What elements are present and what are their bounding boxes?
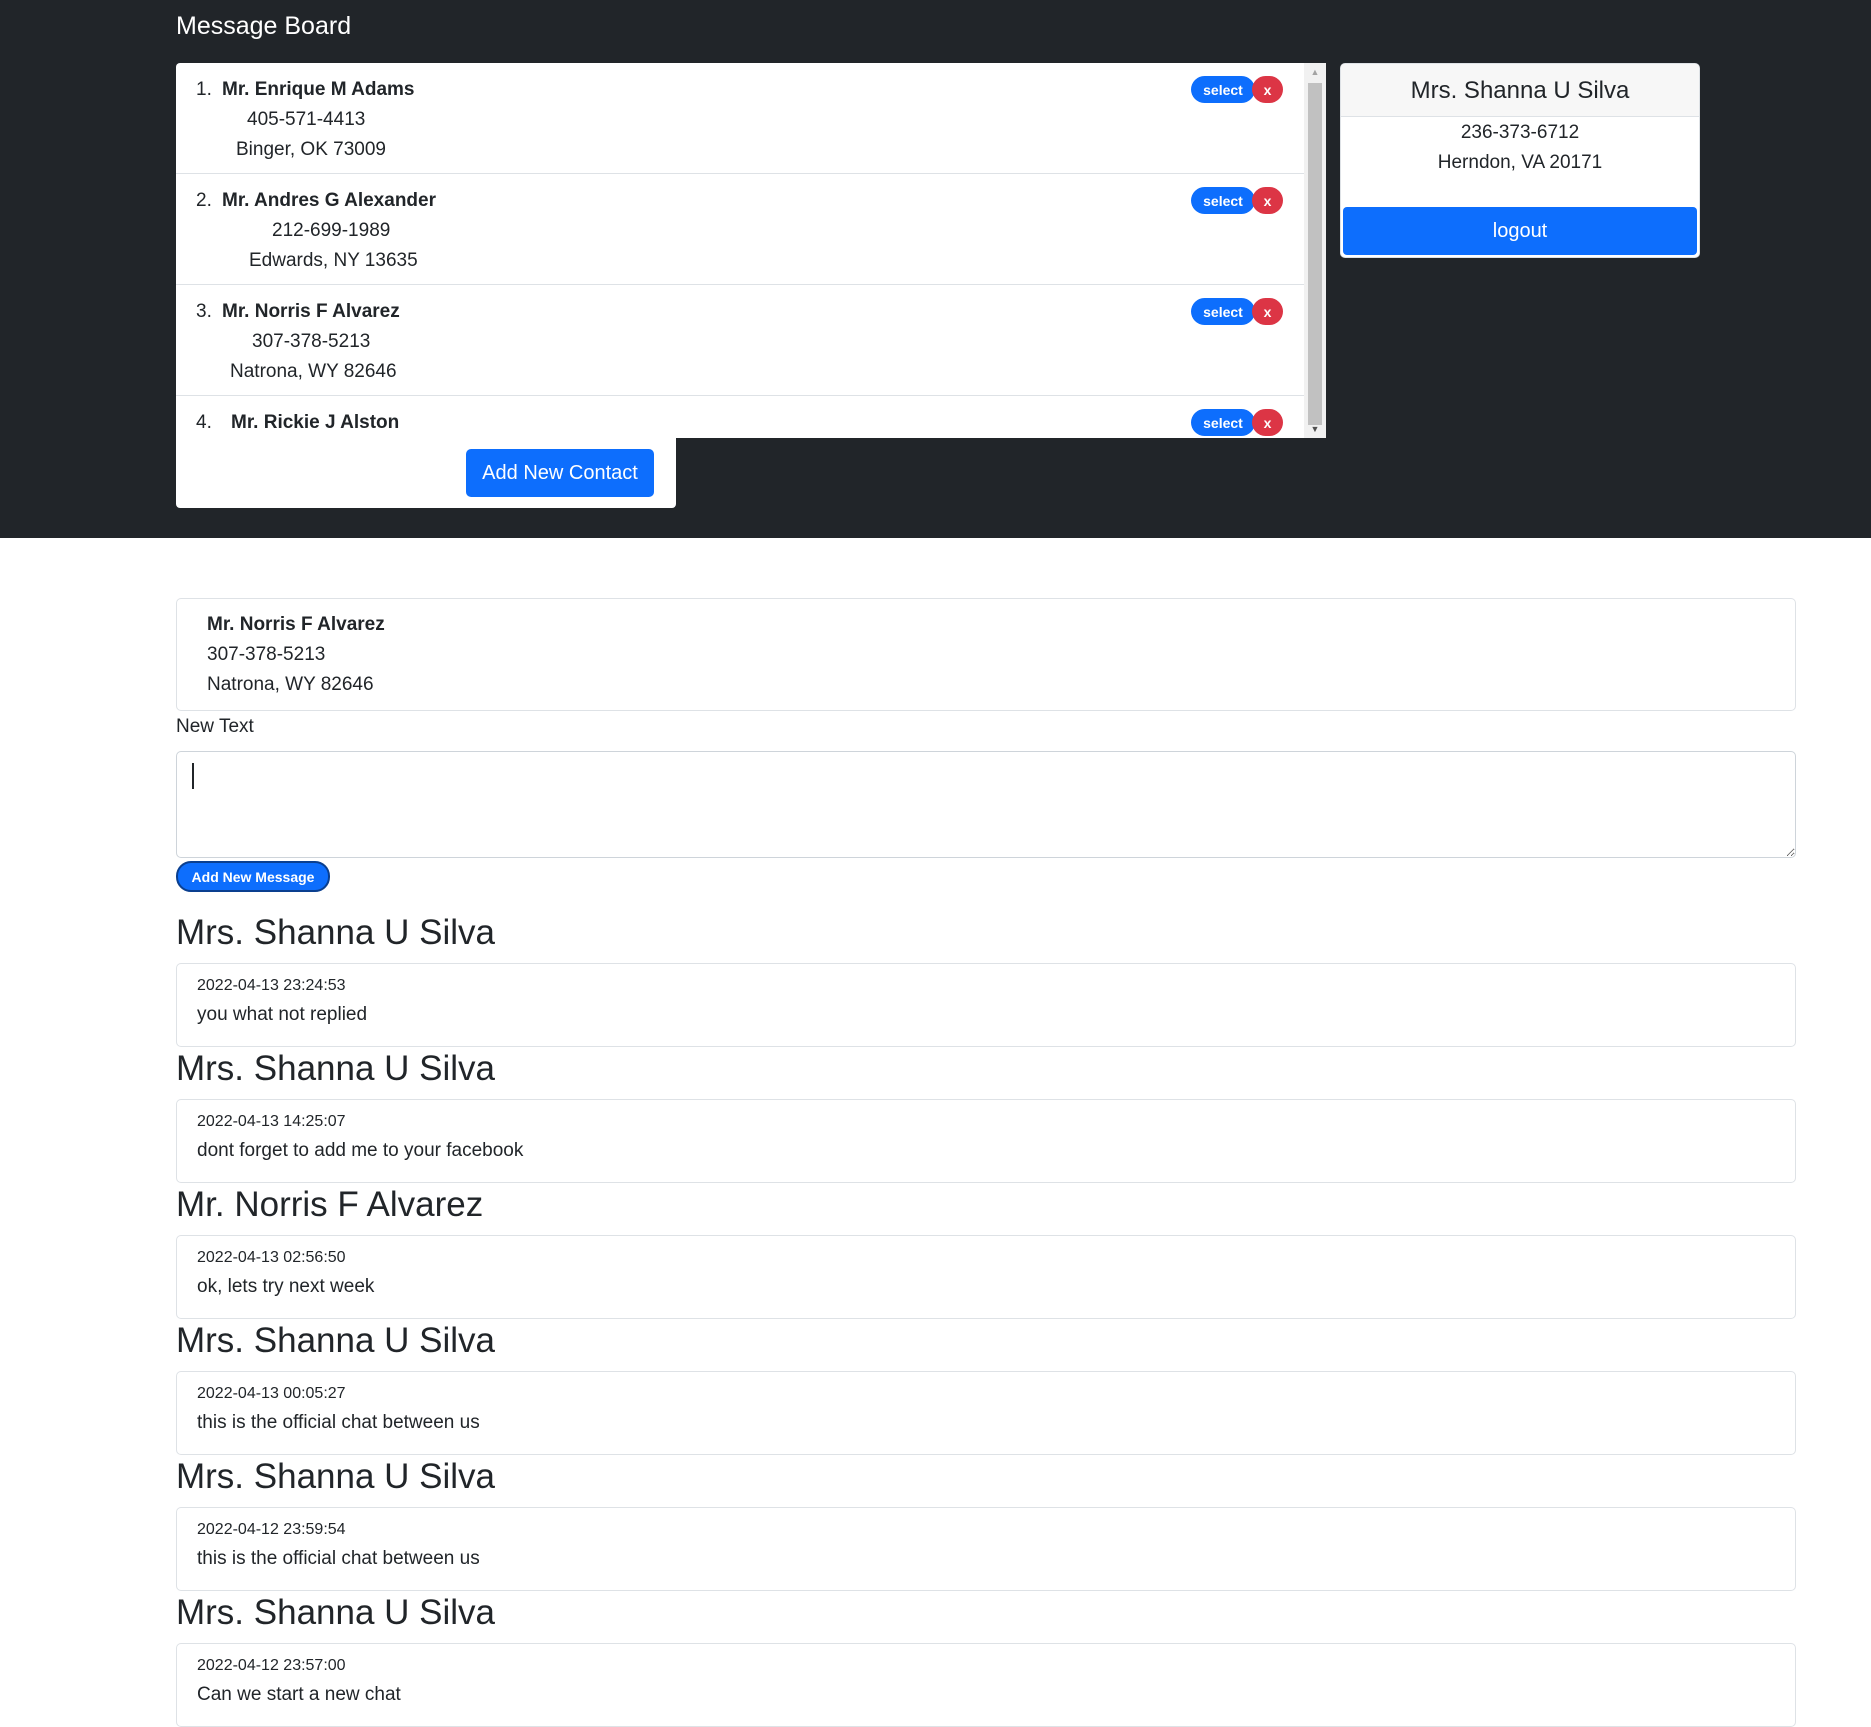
message-author: Mrs. Shanna U Silva [176, 1593, 496, 1632]
message-card: 2022-04-13 14:25:07 dont forget to add m… [176, 1099, 1796, 1183]
contact-address: Natrona, WY 82646 [230, 361, 397, 382]
message-text: this is the official chat between us [197, 1548, 480, 1569]
add-new-message-button[interactable]: Add New Message [176, 861, 330, 892]
user-profile-card: Mrs. Shanna U Silva 236-373-6712 Herndon… [1340, 63, 1700, 258]
select-contact-button[interactable]: select [1191, 409, 1255, 436]
message-text: this is the official chat between us [197, 1412, 480, 1433]
new-text-label: New Text [176, 716, 254, 737]
contact-name: Mr. Enrique M Adams [222, 79, 415, 100]
message-author: Mrs. Shanna U Silva [176, 1321, 496, 1360]
message-card: 2022-04-12 23:59:54 this is the official… [176, 1507, 1796, 1591]
user-name: Mrs. Shanna U Silva [1341, 64, 1699, 117]
message-item: Mrs. Shanna U Silva 2022-04-12 23:59:54 … [176, 1448, 1796, 1591]
contact-number: 1. [196, 79, 212, 100]
contact-list-panel: 1. Mr. Enrique M Adams 405-571-4413 Bing… [176, 63, 1326, 438]
contact-address: Binger, OK 73009 [236, 139, 386, 160]
user-phone: 236-373-6712 [1460, 122, 1580, 143]
message-timestamp: 2022-04-12 23:57:00 [197, 1657, 346, 1674]
delete-contact-button[interactable]: x [1252, 298, 1283, 325]
message-timestamp: 2022-04-13 02:56:50 [197, 1249, 346, 1266]
message-timestamp: 2022-04-12 23:59:54 [197, 1521, 346, 1538]
message-item: Mrs. Shanna U Silva 2022-04-13 23:24:53 … [176, 904, 1796, 1047]
contact-phone: 307-378-5213 [252, 331, 371, 352]
contact-name: Mr. Andres G Alexander [222, 190, 436, 211]
message-list: Mrs. Shanna U Silva 2022-04-13 23:24:53 … [176, 904, 1796, 1727]
message-text: Can we start a new chat [197, 1684, 401, 1705]
contact-phone: 405-571-4413 [247, 109, 366, 130]
message-card: 2022-04-12 23:57:00 Can we start a new c… [176, 1643, 1796, 1727]
scroll-up-arrow-icon[interactable]: ▲ [1304, 63, 1326, 81]
message-item: Mrs. Shanna U Silva 2022-04-12 23:57:00 … [176, 1584, 1796, 1727]
message-author: Mrs. Shanna U Silva [176, 1049, 496, 1088]
contact-list[interactable]: 1. Mr. Enrique M Adams 405-571-4413 Bing… [176, 63, 1304, 438]
contact-name: Mr. Rickie J Alston [231, 412, 400, 433]
contact-number: 2. [196, 190, 212, 211]
delete-contact-button[interactable]: x [1252, 409, 1283, 436]
message-text: ok, lets try next week [197, 1276, 375, 1297]
select-contact-button[interactable]: select [1191, 187, 1255, 214]
message-text: dont forget to add me to your facebook [197, 1140, 524, 1161]
contact-address: Edwards, NY 13635 [249, 250, 418, 271]
contact-name: Mr. Norris F Alvarez [222, 301, 400, 322]
message-item: Mr. Norris F Alvarez 2022-04-13 02:56:50… [176, 1176, 1796, 1319]
selected-contact-card: Mr. Norris F Alvarez 307-378-5213 Natron… [176, 598, 1796, 711]
contact-item: 2. Mr. Andres G Alexander 212-699-1989 E… [176, 174, 1304, 285]
message-timestamp: 2022-04-13 23:24:53 [197, 977, 346, 994]
message-timestamp: 2022-04-13 14:25:07 [197, 1113, 346, 1130]
message-card: 2022-04-13 00:05:27 this is the official… [176, 1371, 1796, 1455]
select-contact-button[interactable]: select [1191, 298, 1255, 325]
select-contact-button[interactable]: select [1191, 76, 1255, 103]
contact-number: 4. [196, 412, 212, 433]
message-card: 2022-04-13 02:56:50 ok, lets try next we… [176, 1235, 1796, 1319]
scrollbar-thumb[interactable] [1308, 83, 1322, 425]
message-item: Mrs. Shanna U Silva 2022-04-13 00:05:27 … [176, 1312, 1796, 1455]
delete-contact-button[interactable]: x [1252, 76, 1283, 103]
delete-contact-button[interactable]: x [1252, 187, 1283, 214]
message-card: 2022-04-13 23:24:53 you what not replied [176, 963, 1796, 1047]
app-title: Message Board [176, 12, 352, 40]
user-address: Herndon, VA 20171 [1437, 152, 1603, 173]
message-author: Mrs. Shanna U Silva [176, 913, 496, 952]
scroll-down-arrow-icon[interactable]: ▼ [1304, 420, 1326, 438]
message-author: Mrs. Shanna U Silva [176, 1457, 496, 1496]
top-header: Message Board 1. Mr. Enrique M Adams 405… [0, 0, 1871, 538]
contact-item: 3. Mr. Norris F Alvarez 307-378-5213 Nat… [176, 285, 1304, 396]
add-new-contact-button[interactable]: Add New Contact [466, 449, 654, 497]
text-cursor [192, 763, 194, 789]
message-timestamp: 2022-04-13 00:05:27 [197, 1385, 346, 1402]
message-text: you what not replied [197, 1004, 368, 1025]
selected-contact-phone: 307-378-5213 [207, 644, 326, 665]
new-message-textarea[interactable] [176, 751, 1796, 858]
message-item: Mrs. Shanna U Silva 2022-04-13 14:25:07 … [176, 1040, 1796, 1183]
selected-contact-name: Mr. Norris F Alvarez [207, 614, 385, 635]
add-contact-footer: Add New Contact [176, 438, 676, 508]
logout-button[interactable]: logout [1343, 207, 1697, 255]
contact-item: 1. Mr. Enrique M Adams 405-571-4413 Bing… [176, 63, 1304, 174]
contact-number: 3. [196, 301, 212, 322]
selected-contact-address: Natrona, WY 82646 [207, 674, 374, 695]
message-author: Mr. Norris F Alvarez [176, 1185, 484, 1224]
contact-item: 4. Mr. Rickie J Alston select x [176, 396, 1304, 438]
contact-list-scrollbar[interactable]: ▲ ▼ [1304, 63, 1326, 438]
contact-phone: 212-699-1989 [272, 220, 391, 241]
